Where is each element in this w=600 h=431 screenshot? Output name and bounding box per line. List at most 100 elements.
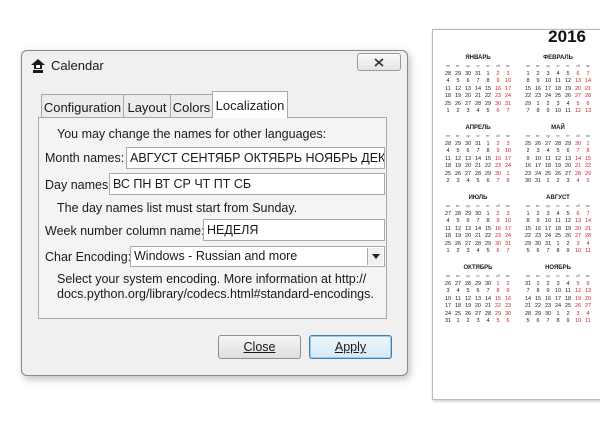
tab-configuration[interactable]: Configuration (41, 94, 124, 117)
day-cell: 14 (474, 85, 482, 92)
weekday-label: пт (566, 134, 570, 138)
weekday-label: чт (556, 134, 560, 138)
day-cell: 1 (556, 310, 560, 317)
day-cell: 13 (464, 225, 472, 232)
weekday-label: вс (506, 134, 510, 138)
encoding-select[interactable]: Windows - Russian and more (130, 246, 385, 267)
day-cell: 11 (555, 218, 561, 224)
day-cell: 12 (454, 225, 462, 232)
title-bar[interactable]: Calendar (22, 51, 407, 83)
week-row: 1234567 (523, 71, 593, 79)
week-row: 2345678 (443, 178, 513, 186)
tab-localization[interactable]: Localization (212, 91, 288, 118)
day-cell: 24 (544, 93, 552, 99)
tab-colors[interactable]: Colors (170, 94, 213, 117)
weekday-label: пн (526, 204, 530, 208)
day-cell: 20 (464, 233, 472, 239)
day-cell: 17 (544, 225, 552, 232)
day-cell: 27 (574, 233, 582, 239)
weekday-label: вт (456, 134, 460, 138)
day-cell: 6 (466, 78, 470, 84)
day-cell: 15 (494, 295, 502, 302)
day-cell: 25 (524, 140, 532, 147)
day-cell: 30 (524, 178, 532, 184)
day-cell: 24 (504, 233, 512, 239)
day-cell: 28 (454, 210, 462, 217)
weekday-label: вс (586, 204, 590, 208)
day-cell: 5 (526, 318, 530, 324)
tab-layout[interactable]: Layout (123, 94, 171, 117)
day-cell: 9 (566, 318, 570, 324)
day-cell: 21 (584, 85, 592, 92)
week-row: 25 26 27 28 29 30 1 (443, 171, 513, 179)
week-row: 18 19 20 21 22 23 24 (443, 93, 513, 101)
day-cell: 1 (486, 210, 490, 217)
day-cell: 24 (544, 233, 552, 239)
day-cell: 26 (564, 93, 572, 99)
day-cell: 2 (566, 310, 570, 317)
month-4: ИЮЛЬ пн вт ср чт пт сб вс 27 28 29 30 1 2 3 4 5 6 7 8 9 10 11 1… (443, 195, 513, 256)
day-cell: 16 (534, 85, 542, 92)
week-column-input[interactable]: НЕДЕЛЯ (203, 219, 385, 241)
day-cell: 18 (444, 163, 452, 169)
month-names-label: Month names: (45, 151, 125, 165)
day-names-input[interactable]: ВС ПН ВТ СР ЧТ ПТ СБ (109, 173, 385, 195)
encoding-select-value: Windows - Russian and more (134, 249, 298, 263)
day-cell: 8 (486, 148, 490, 154)
day-cell: 28 (464, 280, 472, 287)
week-row: 7 8 9 10 11 12 13 (523, 288, 593, 296)
week-row: 8 9 10 11 12 13 14 (523, 218, 593, 226)
month-2: АПРЕЛЬ пн вт ср чт пт сб вс 28 29 30 31 1 2 3 4 5 6 7 8 9 10 1… (443, 125, 513, 186)
day-cell: 10 (504, 78, 512, 84)
day-cell: 12 (574, 288, 582, 294)
week-row: 11 12 13 14 15 16 17 (443, 226, 513, 234)
day-cell: 23 (524, 170, 532, 177)
day-cell: 19 (454, 93, 462, 99)
day-cell: 6 (536, 318, 540, 324)
week-row: 10 11 12 13 14 15 16 (443, 296, 513, 304)
day-cell: 1 (486, 70, 490, 77)
apply-button[interactable]: Apply (309, 335, 392, 359)
week-row: 5 6 7 8 9 10 11 (523, 318, 593, 326)
week-row: 4 5 6 7 8 9 10 (443, 148, 513, 156)
close-button-label: Close (243, 340, 276, 354)
day-cell: 22 (534, 303, 542, 309)
day-cell: 7 (476, 148, 480, 154)
day-cell: 7 (476, 78, 480, 84)
day-cell: 27 (464, 170, 472, 177)
close-button[interactable]: Close (218, 335, 301, 359)
weekday-label: пн (526, 64, 530, 68)
apply-button-label: Apply (334, 340, 367, 354)
day-cell: 6 (536, 248, 540, 254)
day-cell: 1 (496, 280, 500, 287)
weekday-label: ср (546, 134, 550, 138)
weekday-label: сб (576, 204, 580, 208)
day-cell: 14 (474, 225, 482, 232)
day-cell: 17 (504, 155, 512, 162)
month-names-input[interactable]: АВГУСТ СЕНТЯБР ОКТЯБРЬ НОЯБРЬ ДЕКАБРЬ (126, 147, 385, 169)
day-cell: 25 (444, 240, 452, 247)
day-cell: 6 (506, 318, 510, 324)
day-cell: 20 (574, 85, 582, 92)
week-row: 25 26 27 28 29 30 1 (523, 141, 593, 149)
dropdown-arrow[interactable] (367, 248, 383, 265)
window-close-button[interactable] (357, 53, 401, 71)
day-cell: 23 (494, 163, 502, 169)
day-cell: 4 (566, 100, 570, 107)
day-cell: 27 (584, 303, 592, 309)
weekday-label: сб (576, 64, 580, 68)
day-cell: 1 (526, 70, 530, 77)
day-cell: 8 (486, 78, 490, 84)
weekday-label: пн (526, 134, 530, 138)
day-cell: 16 (494, 225, 502, 232)
day-cell: 4 (446, 78, 450, 84)
day-cell: 6 (496, 248, 500, 254)
day-cell: 5 (566, 70, 570, 77)
day-cell: 20 (474, 303, 482, 309)
day-cell: 24 (554, 303, 562, 309)
day-cell: 17 (554, 295, 562, 302)
day-cell: 28 (474, 240, 482, 247)
day-cell: 2 (536, 70, 540, 77)
day-cell: 11 (445, 85, 451, 92)
day-cell: 31 (474, 70, 482, 77)
